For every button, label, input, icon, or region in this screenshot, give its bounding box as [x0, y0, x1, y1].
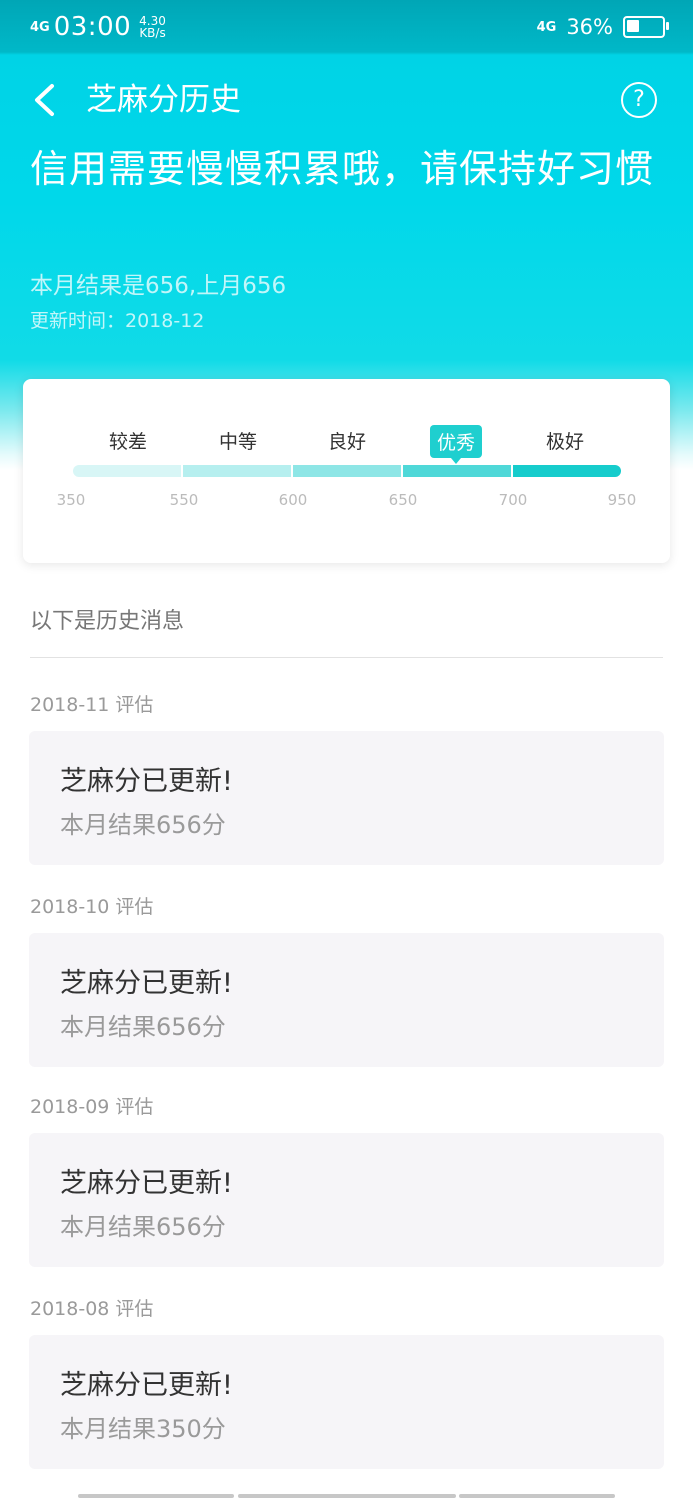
entry-title: 芝麻分已更新!: [60, 1370, 233, 1401]
level-label-medium: 中等: [218, 431, 258, 453]
history-entry-card[interactable]: 芝麻分已更新! 本月结果656分: [29, 933, 664, 1067]
status-left: 4G 03:00 4.30 KB/s: [0, 12, 166, 42]
status-bar: 4G 03:00 4.30 KB/s 4G 36%: [0, 0, 693, 54]
entry-title: 芝麻分已更新!: [60, 1168, 233, 1199]
indicator-bar: [78, 1494, 234, 1498]
indicator-bar: [238, 1494, 456, 1498]
scale-segment-4: [403, 465, 511, 477]
headline: 信用需要慢慢积累哦，请保持好习惯: [30, 147, 655, 191]
entry-result: 本月结果656分: [60, 811, 226, 839]
help-button[interactable]: ?: [621, 82, 657, 118]
nav-bar: 芝麻分历史 ?: [0, 56, 693, 144]
battery-percent: 36%: [566, 15, 613, 39]
level-label-poor: 较差: [108, 431, 148, 453]
status-right: 4G 36%: [537, 15, 693, 39]
entry-title: 芝麻分已更新!: [60, 968, 233, 999]
page-title: 芝麻分历史: [86, 82, 241, 118]
scale-segment-5: [513, 465, 621, 477]
score-scale-card: 较差 中等 良好 优秀 极好 350 550 600 650 700 950: [23, 379, 670, 563]
entry-date: 2018-08 评估: [30, 1298, 154, 1320]
entry-result: 本月结果656分: [60, 1213, 226, 1241]
scale-segment-3: [293, 465, 401, 477]
clock: 03:00: [53, 12, 132, 42]
back-button[interactable]: [24, 78, 64, 122]
history-entry-card[interactable]: 芝麻分已更新! 本月结果350分: [29, 1335, 664, 1469]
bottom-nav-indicator: [0, 1494, 693, 1500]
level-label-good: 良好: [327, 431, 367, 453]
scale-segment-2: [183, 465, 291, 477]
history-entry-card[interactable]: 芝麻分已更新! 本月结果656分: [29, 1133, 664, 1267]
entry-result: 本月结果656分: [60, 1013, 226, 1041]
update-time-text: 更新时间：2018-12: [30, 310, 205, 332]
history-heading: 以下是历史消息: [30, 609, 185, 634]
scale-tick: 350: [56, 491, 86, 509]
scale-segment-1: [73, 465, 181, 477]
entry-date: 2018-11 评估: [30, 694, 154, 716]
scale-tick: 950: [607, 491, 637, 509]
score-result-text: 本月结果是656,上月656: [30, 273, 287, 299]
scale-tick: 600: [278, 491, 308, 509]
page: 4G 03:00 4.30 KB/s 4G 36% 芝麻分历史 ? 信用需要慢慢…: [0, 0, 693, 1500]
history-entry-card[interactable]: 芝麻分已更新! 本月结果656分: [29, 731, 664, 865]
entry-title: 芝麻分已更新!: [60, 766, 233, 797]
network-4g-icon: 4G: [536, 19, 557, 35]
scale-tick: 550: [169, 491, 199, 509]
entry-date: 2018-09 评估: [30, 1096, 154, 1118]
indicator-bar: [459, 1494, 615, 1498]
level-label-outstanding: 极好: [545, 431, 585, 453]
divider: [30, 657, 663, 658]
speed-unit: KB/s: [139, 26, 166, 40]
level-label-excellent: 优秀: [429, 425, 483, 464]
battery-icon: [623, 16, 669, 38]
question-circle-icon: ?: [633, 87, 645, 112]
scale-tick: 650: [388, 491, 418, 509]
network-speed: 4.30 KB/s: [139, 15, 166, 39]
chevron-left-icon: [35, 84, 54, 116]
entry-date: 2018-10 评估: [30, 896, 154, 918]
score-scale-bar: [73, 465, 621, 477]
scale-tick: 700: [498, 491, 528, 509]
signal-icon: 4G: [30, 19, 50, 35]
battery-fill: [627, 20, 639, 32]
entry-result: 本月结果350分: [60, 1415, 226, 1443]
